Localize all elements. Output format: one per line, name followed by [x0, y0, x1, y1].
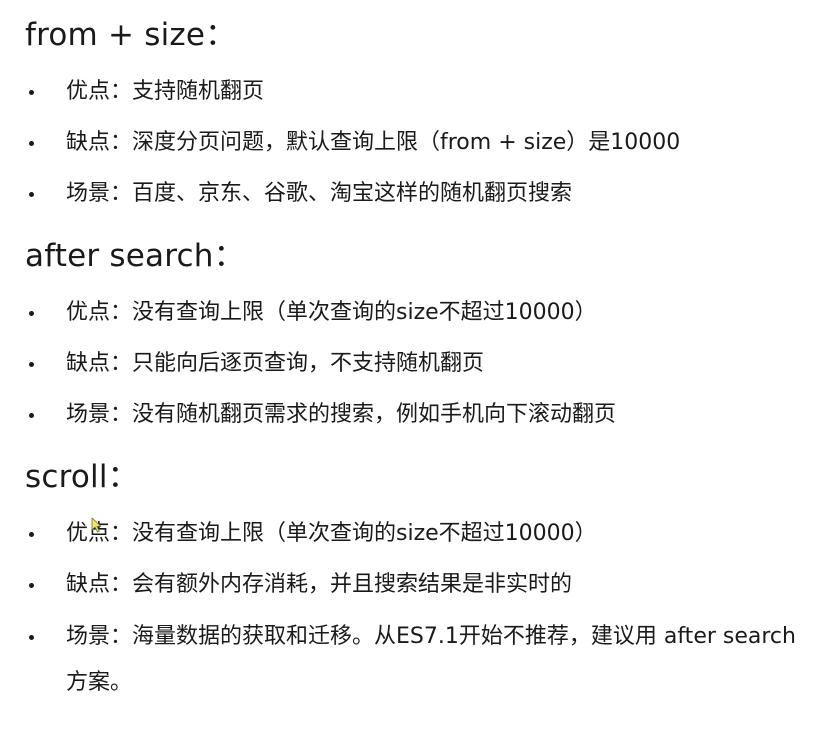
bullet-icon — [25, 614, 37, 660]
bullet-icon — [25, 341, 37, 387]
list-item-text: 场景：海量数据的获取和迁移。从ES7.1开始不推荐，建议用 after sear… — [66, 624, 796, 695]
bullet-icon — [25, 511, 37, 557]
list-item-text: 缺点：只能向后逐页查询，不支持随机翻页 — [66, 351, 485, 376]
bullet-icon — [25, 562, 37, 608]
list-item-text: 优点：支持随机翻页 — [66, 79, 265, 104]
list-item-text: 缺点：深度分页问题，默认查询上限（from + size）是10000 — [66, 130, 681, 155]
section-heading-scroll: scroll： — [25, 459, 139, 495]
list-item-text: 场景：没有随机翻页需求的搜索，例如手机向下滚动翻页 — [66, 402, 617, 427]
bullet-icon — [25, 392, 37, 438]
section-heading-from-size: from + size： — [25, 17, 237, 53]
bullet-icon — [25, 171, 37, 217]
list-item-text: 场景：百度、京东、谷歌、淘宝这样的随机翻页搜索 — [66, 181, 573, 206]
bullet-icon — [25, 290, 37, 336]
list-item-text: 优点：没有查询上限（单次查询的size不超过10000） — [66, 300, 597, 325]
bullet-icon — [25, 120, 37, 166]
mouse-pointer-icon — [91, 517, 102, 533]
list-item-text: 优点：没有查询上限（单次查询的size不超过10000） — [66, 521, 597, 546]
list-item-text: 缺点：会有额外内存消耗，并且搜索结果是非实时的 — [66, 572, 573, 597]
bullet-icon — [25, 69, 37, 115]
section-heading-after-search: after search： — [25, 238, 245, 274]
